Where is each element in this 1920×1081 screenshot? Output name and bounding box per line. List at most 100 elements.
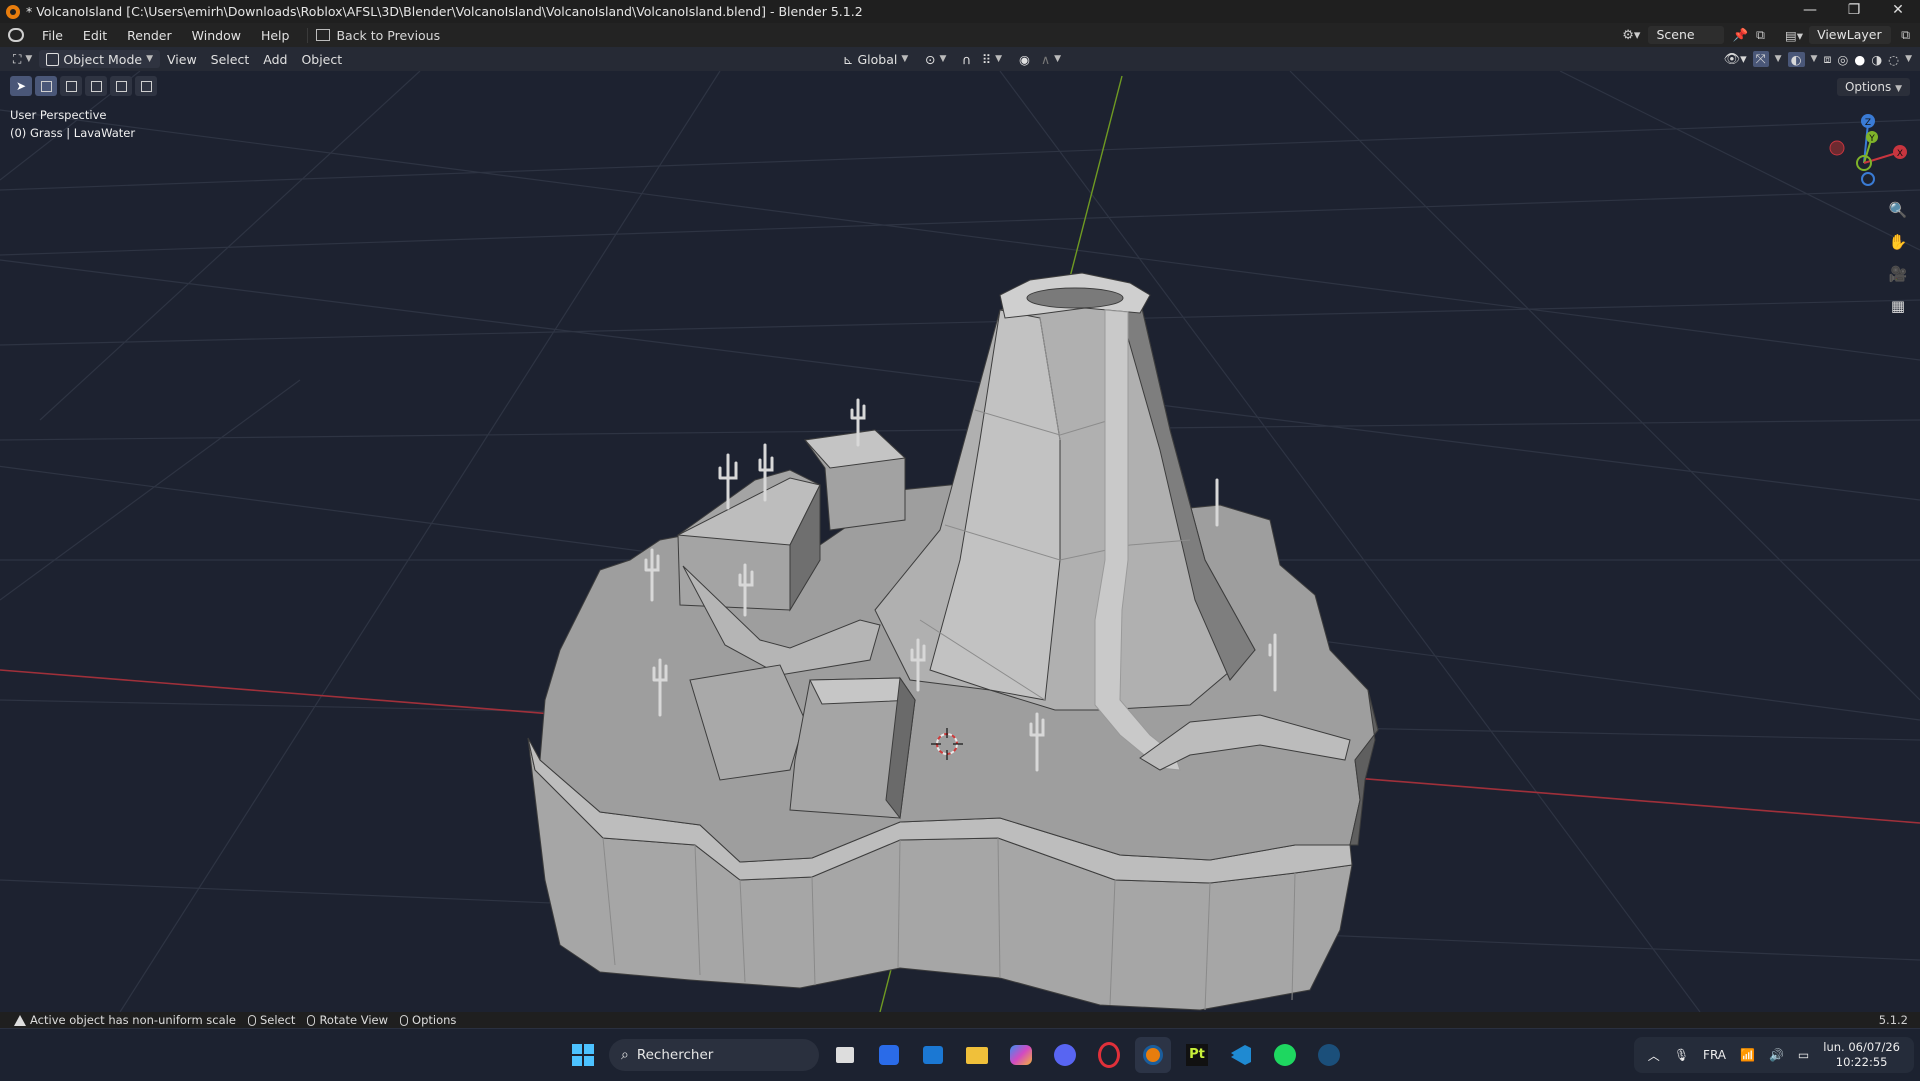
select-subtract-button[interactable] [85,76,107,96]
object-mode-icon [46,52,60,66]
warning-message: Active object has non-uniform scale [8,1013,242,1027]
editor-type-button[interactable]: ⛶ ▼ [6,52,39,67]
chevron-down-icon: ▼ [1895,84,1902,94]
rendered-shading-icon[interactable]: ◌ [1888,52,1899,67]
windows-start-button[interactable] [565,1037,601,1073]
pycharm-icon: Pt [1186,1044,1208,1066]
volume-icon[interactable]: 🔊 [1769,1048,1784,1062]
select-extend-button[interactable] [60,76,82,96]
select-new-button[interactable] [35,76,57,96]
screen-icon [316,29,331,41]
cursor-arrow-icon: ➤ [15,79,27,93]
pan-hand-icon[interactable]: ✋ [1886,230,1910,254]
viewport-header: ⛶ ▼ Object Mode ▼ View Select Add Object … [0,47,1920,71]
rotate-hint-text: Rotate View [319,1013,389,1027]
3d-viewport[interactable]: Z Y X [0,71,1920,1012]
visibility-icon[interactable]: 👁▾ [1724,52,1747,67]
menu-edit[interactable]: Edit [73,28,117,43]
viewport-scene[interactable]: Z Y X [0,71,1920,1012]
spotify-icon [1274,1044,1296,1066]
select-subtract-icon [90,80,102,92]
active-collection-label: (0) Grass | LavaWater [10,126,136,140]
camera-view-icon[interactable]: 🎥 [1886,262,1910,286]
outlook-button[interactable] [915,1037,951,1073]
language-indicator[interactable]: FRA [1703,1048,1726,1062]
mode-dropdown[interactable]: Object Mode ▼ [39,50,160,68]
pivot-dropdown[interactable]: ⊙ ▼ [918,52,953,67]
magnet-icon: ∩ [962,51,972,67]
perspective-toggle-icon[interactable]: ▦ [1886,294,1910,318]
falloff-dropdown[interactable]: ∧ ▼ [1034,52,1068,67]
roblox-studio-icon [879,1045,899,1065]
restore-button[interactable]: ❐ [1832,0,1876,23]
blender-menu-icon[interactable] [8,28,24,42]
select-intersect-button[interactable] [135,76,157,96]
show-hidden-icons-icon[interactable]: ︿ [1648,1047,1660,1064]
chevron-down-icon[interactable]: ▼ [1905,54,1912,64]
microphone-icon[interactable]: 🎙 [1674,1048,1689,1062]
status-bar: Active object has non-uniform scale Sele… [0,1012,1920,1028]
material-shading-icon[interactable]: ◑ [1871,52,1882,67]
pin-icon[interactable]: 📌 [1732,27,1748,43]
taskbar-clock[interactable]: lun. 06/07/26 10:22:55 [1823,1040,1900,1070]
file-explorer-button[interactable] [959,1037,995,1073]
menu-help[interactable]: Help [251,28,300,43]
menu-file[interactable]: File [32,28,73,43]
pycharm-button[interactable]: Pt [1179,1037,1215,1073]
chevron-down-icon: ▼ [939,54,947,64]
wifi-icon[interactable]: 📶 [1740,1048,1755,1062]
falloff-curve-icon: ∧ [1041,51,1051,67]
menu-add[interactable]: Add [256,52,294,67]
outlook-icon [923,1046,943,1064]
menu-select[interactable]: Select [204,52,257,67]
xray-toggle-icon[interactable]: ⧈ [1823,51,1831,67]
chevron-down-icon: ▼ [1054,54,1062,64]
copilot-button[interactable] [1003,1037,1039,1073]
orientation-dropdown[interactable]: ⊾ Global ▼ [836,52,915,67]
chevron-down-icon[interactable]: ▼ [1775,54,1782,64]
viewlayer-field[interactable]: ViewLayer [1809,26,1892,44]
gizmo-z-label: Z [1865,118,1871,128]
new-viewlayer-icon[interactable]: ⧉ [1901,27,1910,43]
wireframe-shading-icon[interactable]: ◎ [1837,52,1848,67]
menu-window[interactable]: Window [182,28,251,43]
opera-gx-button[interactable] [1091,1037,1127,1073]
blender-taskbar-button[interactable] [1135,1037,1171,1073]
top-menu-bar: File Edit Render Window Help Back to Pre… [0,23,1920,47]
taskbar-search[interactable]: ⌕ Rechercher [609,1039,819,1071]
chevron-down-icon: ▼ [25,54,33,64]
close-button[interactable]: ✕ [1876,0,1920,23]
snap-target-dropdown[interactable]: ⠿ ▼ [975,52,1009,67]
menu-view[interactable]: View [160,52,204,67]
menu-render[interactable]: Render [117,28,182,43]
options-dropdown[interactable]: Options ▼ [1836,78,1910,96]
windows-taskbar: ⌕ Rechercher Pt ︿ 🎙 FRA 📶 🔊 ▭ lun. 06/07… [0,1028,1920,1081]
roblox-studio-button[interactable] [871,1037,907,1073]
spotify-button[interactable] [1267,1037,1303,1073]
discord-button[interactable] [1047,1037,1083,1073]
overlays-toggle-icon[interactable]: ◐ [1787,51,1805,67]
viewlayer-icon[interactable]: ▤▾ [1785,28,1803,43]
task-view-button[interactable] [827,1037,863,1073]
select-tool-button[interactable]: ➤ [10,76,32,96]
steam-button[interactable] [1311,1037,1347,1073]
back-to-previous-button[interactable]: Back to Previous [307,27,448,43]
battery-icon[interactable]: ▭ [1798,1048,1809,1062]
vscode-button[interactable] [1223,1037,1259,1073]
solid-shading-icon[interactable]: ● [1854,52,1865,67]
mouse-middle-icon [307,1014,316,1026]
gizmo-toggle-icon[interactable]: ⤧ [1752,51,1769,67]
chevron-down-icon: ▼ [995,54,1003,64]
pivot-icon: ⊙ [925,51,936,67]
transform-orientation-icon: ⊾ [843,51,854,67]
select-invert-icon [115,80,127,92]
select-invert-button[interactable] [110,76,132,96]
zoom-icon[interactable]: 🔍 [1886,198,1910,222]
new-scene-icon[interactable]: ⧉ [1756,27,1765,43]
scene-field[interactable]: Scene [1648,26,1725,44]
minimize-button[interactable]: — [1788,0,1832,23]
menu-object[interactable]: Object [294,52,349,67]
scene-icon[interactable]: ⚙▾ [1622,28,1640,43]
chevron-down-icon[interactable]: ▼ [1811,54,1818,64]
back-to-previous-label: Back to Previous [336,27,441,43]
